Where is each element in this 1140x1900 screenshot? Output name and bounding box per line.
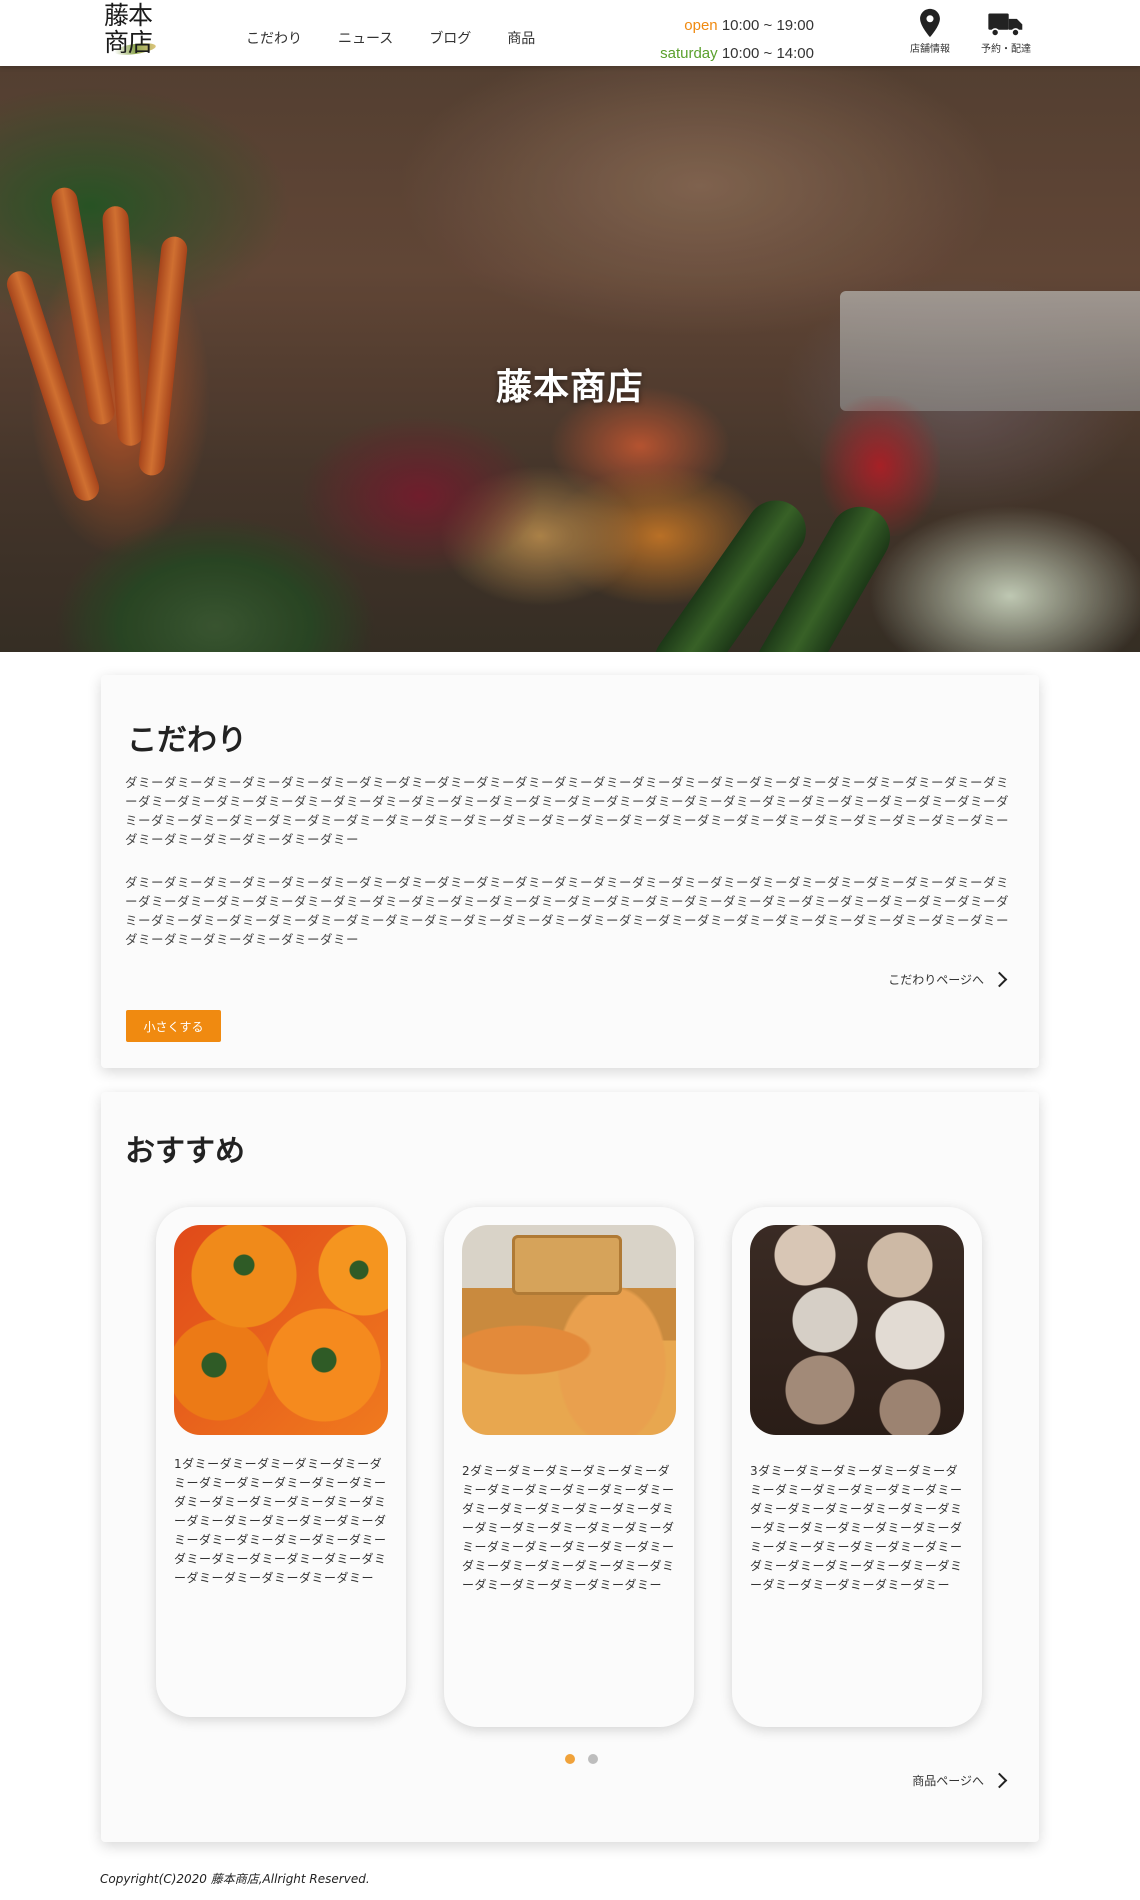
business-hours: open 10:00 ~ 19:00 saturday 10:00 ~ 14:0… <box>660 12 814 68</box>
nav-item-news[interactable]: ニュース <box>338 28 393 48</box>
map-pin-icon <box>900 6 960 40</box>
carousel-dots <box>565 1754 598 1764</box>
carousel-dot-1[interactable] <box>565 1754 575 1764</box>
product-image-bread <box>462 1225 676 1435</box>
osusume-section: おすすめ 1ダミーダミーダミーダミーダミーダミーダミーダミーダミーダミーダミーダ… <box>101 1092 1039 1842</box>
footer-copyright: Copyright(C)2020 藤本商店,Allright Reserved. <box>100 1872 370 1886</box>
nav-item-kodawari[interactable]: こだわり <box>246 28 302 48</box>
hero-title: 藤本商店 <box>495 366 644 409</box>
product-image-persimmon <box>174 1225 388 1435</box>
logo-text: 藤本商店 <box>104 1 153 57</box>
site-logo[interactable]: 藤本商店 <box>104 2 160 58</box>
open-label: open <box>684 17 718 34</box>
store-info-label: 店舗情報 <box>910 44 950 55</box>
saturday-time: 10:00 ~ 14:00 <box>721 45 814 62</box>
carousel-dot-2[interactable] <box>588 1754 598 1764</box>
store-info-button[interactable]: 店舗情報 <box>900 6 960 55</box>
shrink-button[interactable]: 小さくする <box>126 1010 221 1042</box>
truck-icon <box>976 6 1036 40</box>
hours-saturday: saturday 10:00 ~ 14:00 <box>660 40 814 68</box>
hours-weekday: open 10:00 ~ 19:00 <box>660 12 814 40</box>
chevron-right-icon <box>991 1772 1008 1789</box>
kodawari-section: こだわり ダミーダミーダミーダミーダミーダミーダミーダミーダミーダミーダミーダミ… <box>101 675 1039 1068</box>
delivery-button[interactable]: 予約・配達 <box>976 6 1036 55</box>
nav-item-products[interactable]: 商品 <box>507 28 535 48</box>
kodawari-paragraph-2: ダミーダミーダミーダミーダミーダミーダミーダミーダミーダミーダミーダミーダミーダ… <box>125 875 1010 947</box>
nav-item-blog[interactable]: ブログ <box>429 28 471 48</box>
kodawari-page-link-label: こだわりページへ <box>888 973 984 987</box>
product-card[interactable]: 1ダミーダミーダミーダミーダミーダミーダミーダミーダミーダミーダミーダミーダミー… <box>156 1207 406 1717</box>
product-image-mushroom <box>750 1225 964 1435</box>
site-header: 藤本商店 こだわり ニュース ブログ 商品 open 10:00 ~ 19:00… <box>0 0 1140 66</box>
product-card[interactable]: 2ダミーダミーダミーダミーダミーダミーダミーダミーダミーダミーダミーダミーダミー… <box>444 1207 694 1727</box>
hero-banner: 藤本商店 <box>0 66 1140 652</box>
chevron-right-icon <box>991 971 1008 988</box>
bread-loaf <box>512 1235 622 1295</box>
kodawari-paragraph-1: ダミーダミーダミーダミーダミーダミーダミーダミーダミーダミーダミーダミーダミーダ… <box>125 775 1010 847</box>
main-nav: こだわり ニュース ブログ 商品 <box>246 28 535 48</box>
product-description: 3ダミーダミーダミーダミーダミーダミーダミーダミーダミーダミーダミーダミーダミー… <box>750 1464 963 1592</box>
delivery-label: 予約・配達 <box>981 44 1031 55</box>
open-time: 10:00 ~ 19:00 <box>721 17 814 34</box>
products-page-link[interactable]: 商品ページへ <box>912 1772 1008 1789</box>
product-description: 1ダミーダミーダミーダミーダミーダミーダミーダミーダミーダミーダミーダミーダミー… <box>174 1457 387 1585</box>
osusume-title: おすすめ <box>125 1134 245 1169</box>
product-description: 2ダミーダミーダミーダミーダミーダミーダミーダミーダミーダミーダミーダミーダミー… <box>462 1464 675 1592</box>
kodawari-page-link[interactable]: こだわりページへ <box>888 971 1008 988</box>
saturday-label: saturday <box>660 45 718 62</box>
products-page-link-label: 商品ページへ <box>912 1774 984 1788</box>
kodawari-title: こだわり <box>127 723 247 758</box>
product-card[interactable]: 3ダミーダミーダミーダミーダミーダミーダミーダミーダミーダミーダミーダミーダミー… <box>732 1207 982 1727</box>
